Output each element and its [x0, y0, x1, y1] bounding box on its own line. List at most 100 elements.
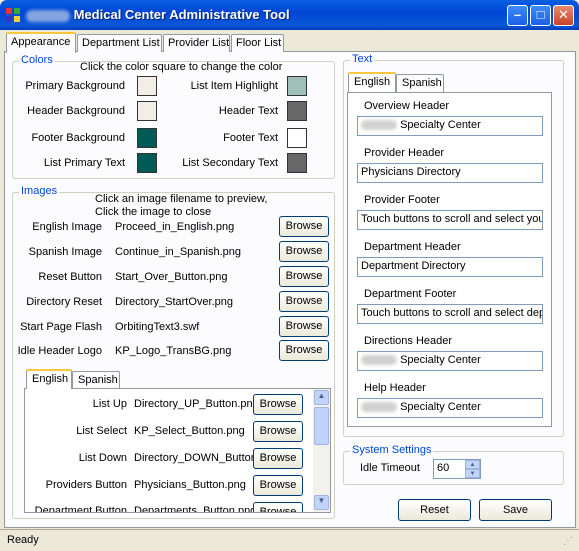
start-page-flash-file[interactable]: OrbitingText3.swf: [115, 321, 275, 333]
list-primary-text-swatch[interactable]: [137, 153, 157, 173]
list-up-label: List Up: [92, 398, 127, 410]
idle-header-logo-browse-button[interactable]: Browse: [279, 340, 329, 361]
spanish-image-browse-button[interactable]: Browse: [279, 241, 329, 262]
directions-header-label: Directions Header: [364, 335, 453, 347]
images-tab-spanish[interactable]: Spanish: [72, 371, 120, 389]
idle-timeout-value[interactable]: 60: [437, 462, 449, 474]
header-background-label: Header Background: [27, 105, 125, 117]
provider-footer-label: Provider Footer: [364, 194, 440, 206]
list-down-file[interactable]: Directory_DOWN_Button: [134, 452, 254, 464]
primary-background-swatch[interactable]: [137, 76, 157, 96]
tab-appearance[interactable]: Appearance: [6, 32, 76, 53]
close-button[interactable]: ✕: [553, 5, 574, 26]
list-select-label: List Select: [76, 425, 127, 437]
header-background-swatch[interactable]: [137, 101, 157, 121]
list-secondary-text-label: List Secondary Text: [182, 157, 278, 169]
app-icon: [6, 8, 20, 22]
system-settings-title: System Settings: [350, 444, 434, 456]
text-tab-spanish[interactable]: Spanish: [396, 74, 444, 92]
directions-header-input[interactable]: Specialty Center: [357, 351, 543, 371]
list-down-browse-button[interactable]: Browse: [253, 448, 303, 469]
text-tab-english[interactable]: English: [348, 72, 396, 92]
start-page-flash-browse-button[interactable]: Browse: [279, 316, 329, 337]
scroll-thumb[interactable]: [314, 407, 329, 445]
images-hint-line1: Click an image filename to preview,: [95, 193, 268, 205]
reset-button[interactable]: Reset: [398, 499, 471, 521]
minimize-button[interactable]: –: [507, 5, 528, 26]
images-list-scrollbar[interactable]: ▲ ▼: [313, 389, 330, 512]
spanish-image-label: Spanish Image: [28, 246, 102, 258]
list-select-file[interactable]: KP_Select_Button.png: [134, 425, 254, 437]
start-page-flash-label: Start Page Flash: [20, 321, 102, 333]
tab-provider-list[interactable]: Provider List: [163, 34, 230, 52]
help-header-label: Help Header: [364, 382, 426, 394]
department-header-label: Department Header: [364, 241, 461, 253]
help-header-input[interactable]: Specialty Center: [357, 398, 543, 418]
header-text-swatch[interactable]: [287, 101, 307, 121]
redacted-text: [26, 9, 70, 22]
list-primary-text-label: List Primary Text: [43, 157, 125, 169]
department-footer-input[interactable]: Touch buttons to scroll and select dep: [357, 304, 543, 324]
provider-header-input[interactable]: Physicians Directory: [357, 163, 543, 183]
reset-button-file[interactable]: Start_Over_Button.png: [115, 271, 275, 283]
list-item-highlight-swatch[interactable]: [287, 76, 307, 96]
scroll-down-arrow-icon[interactable]: ▼: [314, 495, 329, 510]
list-down-label: List Down: [78, 452, 127, 464]
resize-grip-icon[interactable]: ⋰: [563, 536, 573, 547]
primary-background-label: Primary Background: [25, 80, 125, 92]
reset-button-label: Reset Button: [38, 271, 102, 283]
overview-header-input[interactable]: Specialty Center: [357, 116, 543, 136]
idle-header-logo-label: Idle Header Logo: [17, 345, 102, 357]
footer-text-swatch[interactable]: [287, 128, 307, 148]
english-image-browse-button[interactable]: Browse: [279, 216, 329, 237]
save-button[interactable]: Save: [479, 499, 552, 521]
providers-button-browse-button[interactable]: Browse: [253, 475, 303, 496]
text-group-title: Text: [350, 53, 375, 65]
providers-button-label: Providers Button: [45, 479, 127, 491]
footer-text-label: Footer Text: [223, 132, 278, 144]
overview-header-label: Overview Header: [364, 100, 449, 112]
provider-footer-input[interactable]: Touch buttons to scroll and select your: [357, 210, 543, 230]
department-button-label: Department Button: [34, 505, 127, 513]
department-button-file[interactable]: Departments_Button.png: [134, 505, 254, 512]
tab-department-list[interactable]: Department List: [77, 34, 162, 52]
list-item-highlight-label: List Item Highlight: [190, 80, 278, 92]
spanish-image-file[interactable]: Continue_in_Spanish.png: [115, 246, 275, 258]
colors-hint: Click the color square to change the col…: [80, 61, 283, 73]
tab-floor-list[interactable]: Floor List: [231, 34, 284, 52]
redacted-text: [361, 120, 397, 131]
footer-background-label: Footer Background: [31, 132, 125, 144]
idle-timeout-label: Idle Timeout: [360, 462, 420, 474]
department-button-browse-button[interactable]: Browse: [253, 502, 303, 512]
images-tab-english[interactable]: English: [26, 369, 72, 389]
providers-button-file[interactable]: Physicians_Button.png: [134, 479, 254, 491]
list-up-file[interactable]: Directory_UP_Button.png: [134, 398, 254, 410]
list-up-browse-button[interactable]: Browse: [253, 394, 303, 415]
scroll-up-arrow-icon[interactable]: ▲: [314, 390, 329, 405]
images-language-list: List Up Directory_UP_Button.png Browse L…: [24, 388, 331, 513]
status-bar: Ready ⋰: [0, 529, 579, 551]
directory-reset-file[interactable]: Directory_StartOver.png: [115, 296, 275, 308]
department-footer-label: Department Footer: [364, 288, 457, 300]
stepper-up-arrow-icon[interactable]: ▲: [465, 460, 480, 469]
list-secondary-text-swatch[interactable]: [287, 153, 307, 173]
english-image-file[interactable]: Proceed_in_English.png: [115, 221, 275, 233]
department-header-input[interactable]: Department Directory: [357, 257, 543, 277]
english-image-label: English Image: [32, 221, 102, 233]
idle-header-logo-file[interactable]: KP_Logo_TransBG.png: [115, 345, 275, 357]
footer-background-swatch[interactable]: [137, 128, 157, 148]
reset-button-browse-button[interactable]: Browse: [279, 266, 329, 287]
directory-reset-browse-button[interactable]: Browse: [279, 291, 329, 312]
images-hint-line2: Click the image to close: [95, 206, 212, 218]
colors-group-title: Colors: [19, 54, 55, 66]
provider-header-label: Provider Header: [364, 147, 445, 159]
redacted-text: [361, 355, 397, 366]
status-text: Ready: [7, 534, 39, 546]
stepper-down-arrow-icon[interactable]: ▼: [465, 469, 480, 478]
list-select-browse-button[interactable]: Browse: [253, 421, 303, 442]
directory-reset-label: Directory Reset: [26, 296, 102, 308]
maximize-button[interactable]: □: [530, 5, 551, 26]
images-group-title: Images: [19, 185, 60, 197]
redacted-text: [361, 402, 397, 413]
header-text-label: Header Text: [218, 105, 278, 117]
